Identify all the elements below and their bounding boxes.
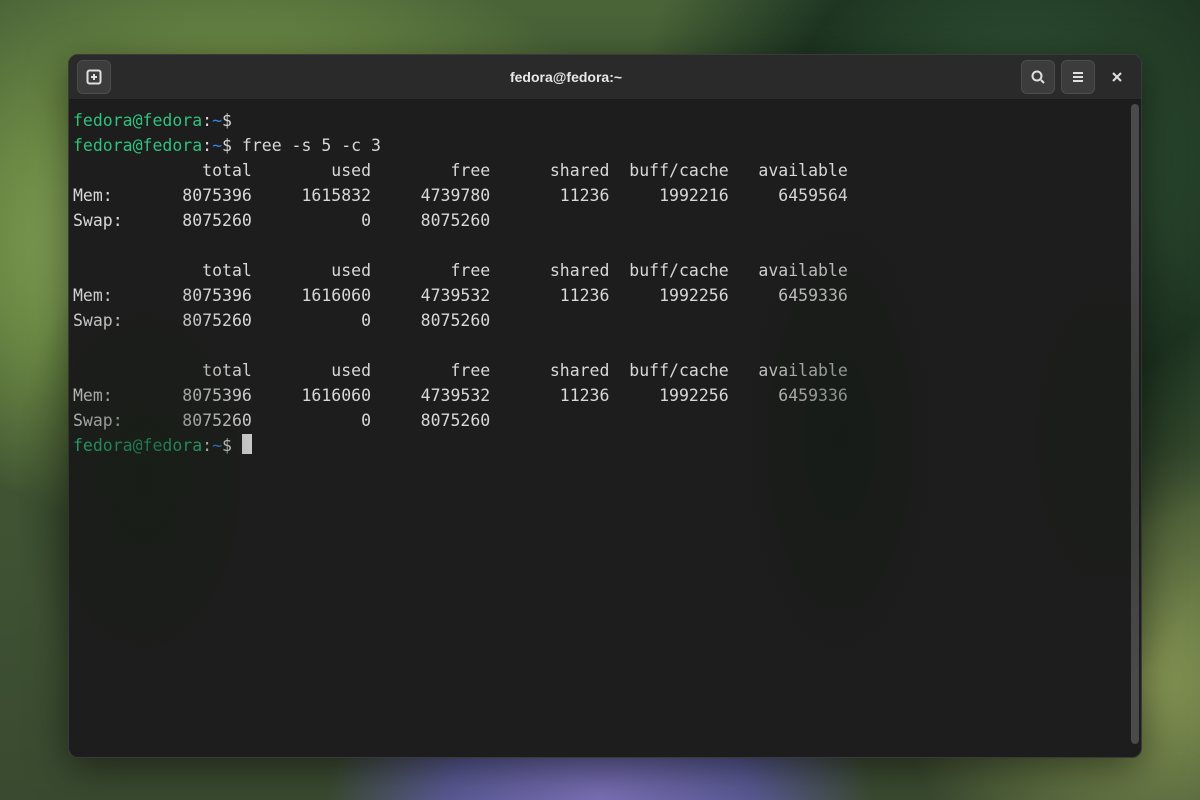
desktop-wallpaper: fedora@fedora:~ (0, 0, 1200, 800)
prompt-user: fedora@fedora (73, 136, 202, 155)
terminal-output: fedora@fedora:~$ fedora@fedora:~$ free -… (73, 108, 1121, 458)
prompt-sep: : (202, 111, 212, 130)
hamburger-icon (1070, 69, 1086, 85)
prompt-dollar: $ (222, 111, 232, 130)
scrollbar[interactable] (1129, 100, 1141, 757)
menu-button[interactable] (1061, 60, 1095, 94)
scrollbar-thumb[interactable] (1131, 104, 1139, 744)
titlebar: fedora@fedora:~ (69, 55, 1141, 100)
close-icon (1109, 69, 1125, 85)
prompt-user: fedora@fedora (73, 111, 202, 130)
prompt-dollar: $ (222, 436, 232, 455)
window-title: fedora@fedora:~ (510, 69, 622, 85)
prompt-path: ~ (212, 111, 222, 130)
search-button[interactable] (1021, 60, 1055, 94)
prompt-sep: : (202, 436, 212, 455)
prompt-sep: : (202, 136, 212, 155)
cursor (242, 434, 252, 454)
free-output-block: total used free shared buff/cache availa… (73, 161, 848, 430)
prompt-dollar: $ (222, 136, 232, 155)
new-tab-icon (86, 69, 102, 85)
terminal-window: fedora@fedora:~ (68, 54, 1142, 758)
prompt-path: ~ (212, 136, 222, 155)
prompt-path: ~ (212, 436, 222, 455)
terminal-viewport[interactable]: fedora@fedora:~$ fedora@fedora:~$ free -… (69, 100, 1129, 757)
search-icon (1030, 69, 1046, 85)
prompt-user: fedora@fedora (73, 436, 202, 455)
command-1: free -s 5 -c 3 (242, 136, 381, 155)
close-button[interactable] (1101, 61, 1133, 93)
new-tab-button[interactable] (77, 60, 111, 94)
